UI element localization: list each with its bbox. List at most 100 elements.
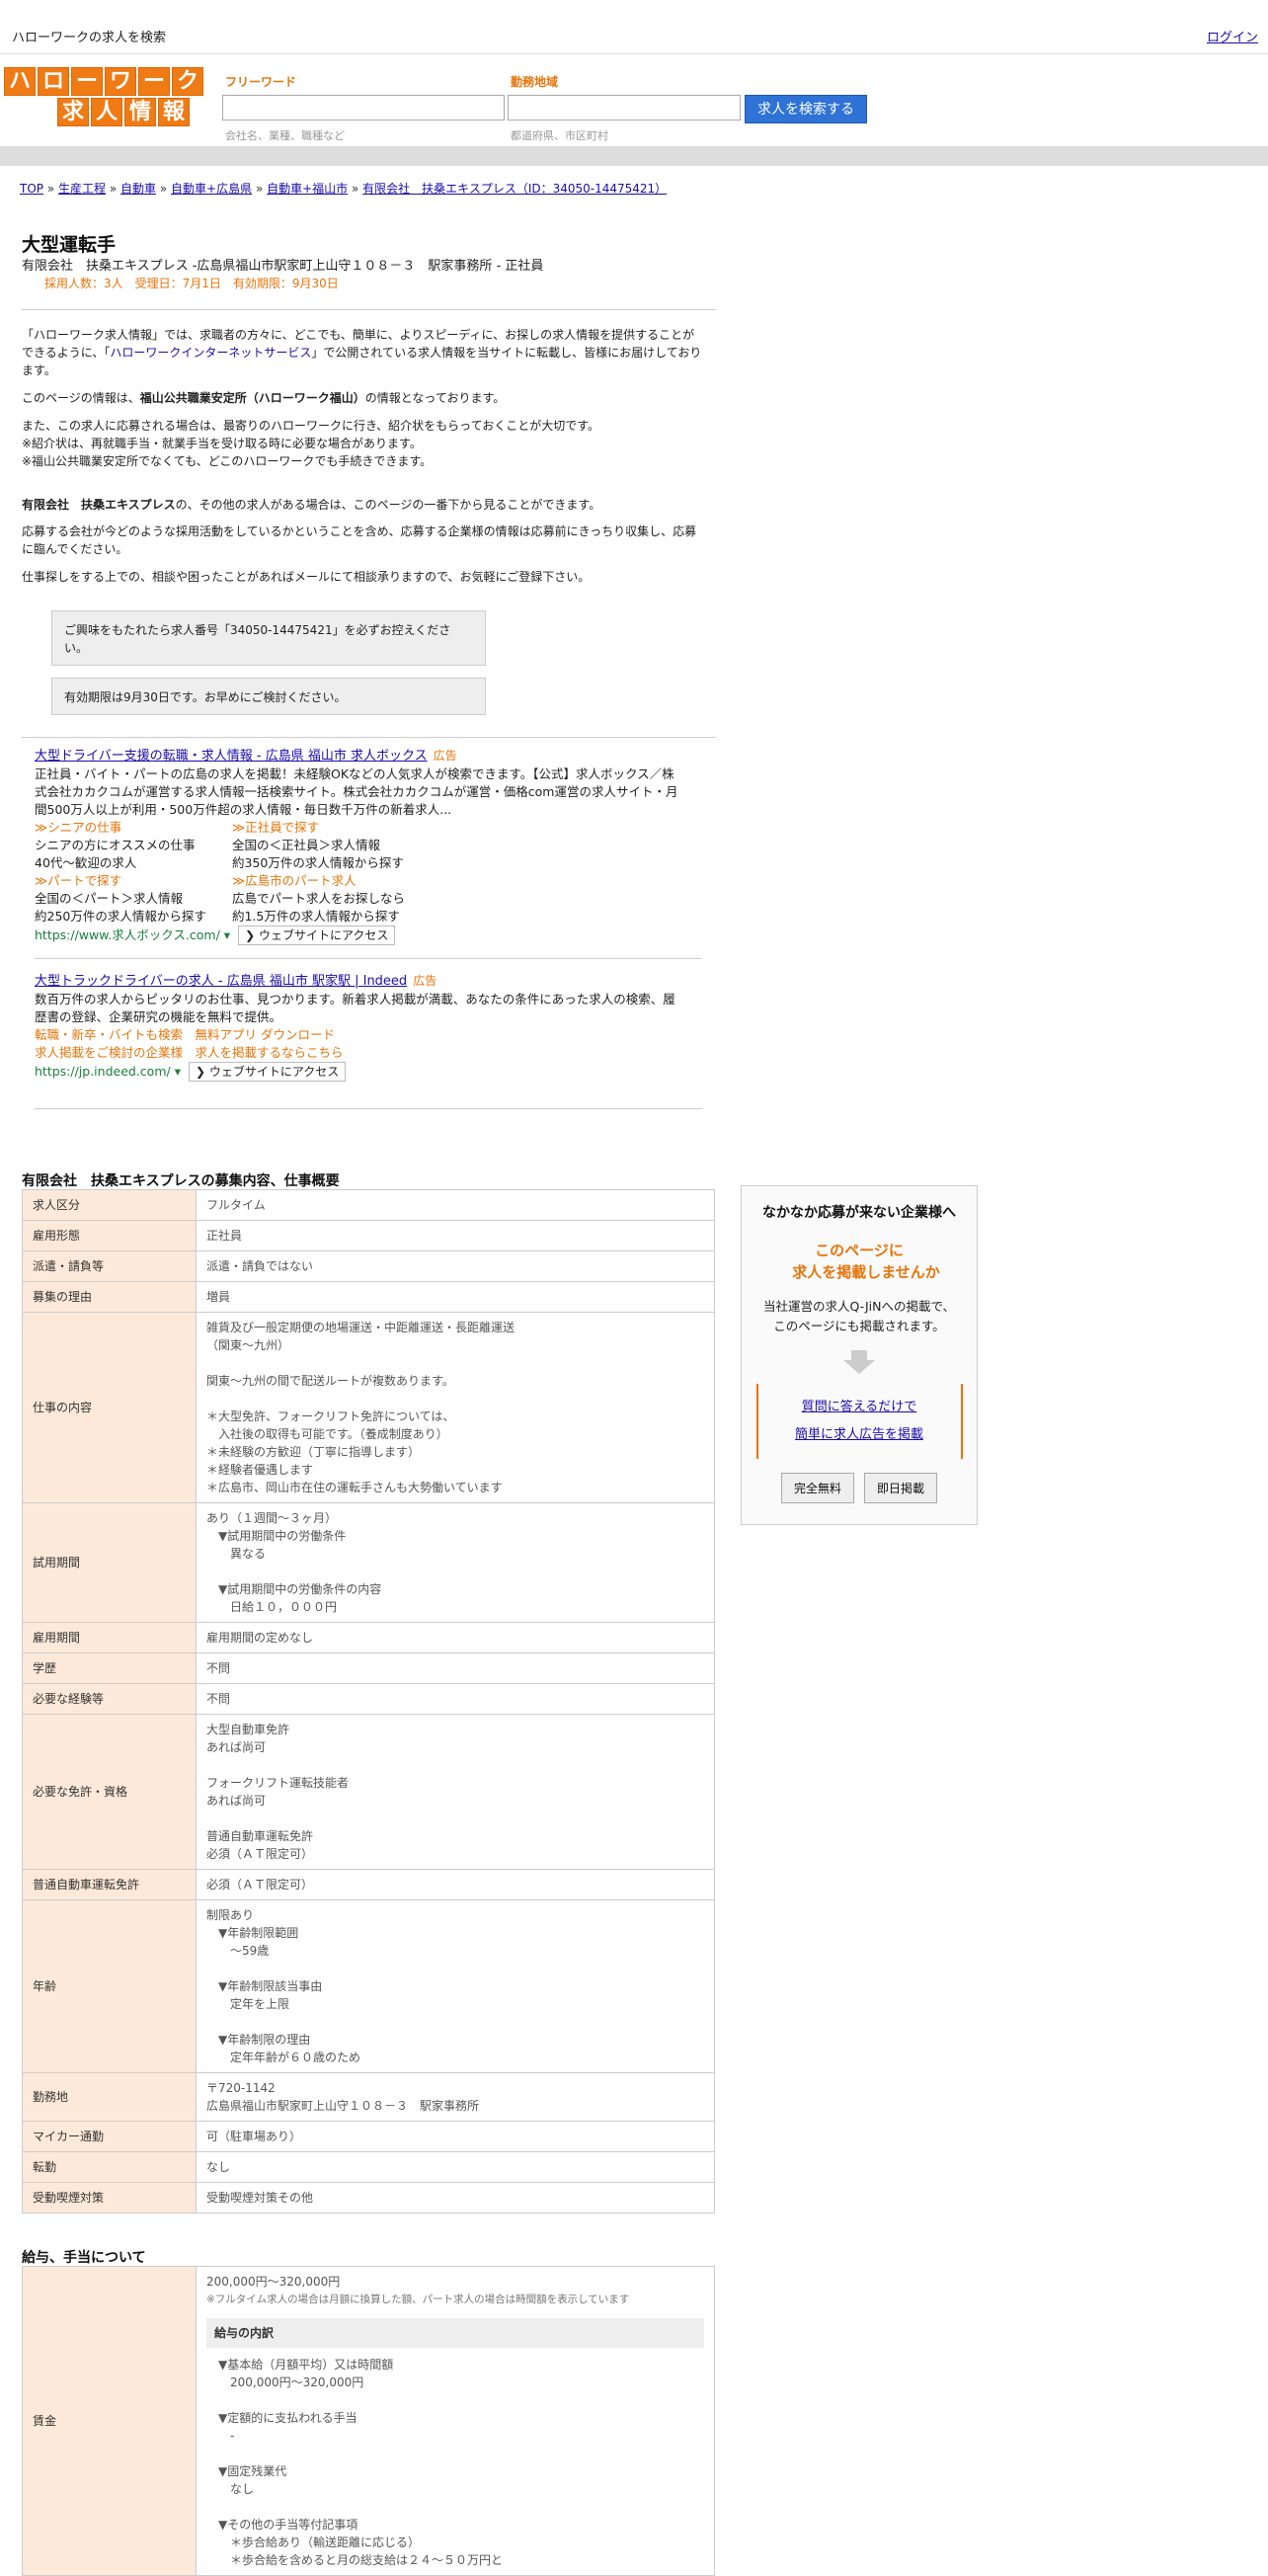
area-input[interactable] [508,95,741,121]
visit-website-button[interactable]: ❯ ウェブサイトにアクセス [238,926,396,945]
table-row: 普通自動車運転免許 必須（ＡＴ限定可） [22,1869,715,1900]
advertise-link[interactable]: 質問に答えるだけで [802,1400,917,1414]
logo-char: 求 [57,98,89,126]
breadcrumb-item[interactable]: 自動車 [120,182,156,196]
sitelink[interactable]: ≫シニアの仕事 シニアの方にオススメの仕事 40代～歓迎の求人 [35,819,232,872]
logo-char: ー [138,67,170,96]
breadcrumb-item[interactable]: 自動車+福山市 [267,182,348,196]
breadcrumb-sep: » [255,182,264,196]
login-link[interactable]: ログイン [1207,27,1258,45]
salary-note: ※フルタイム求人の場合は月額に換算した額、パート求人の場合は時間額を表示していま… [206,2294,630,2305]
row-label: 学歴 [22,1652,197,1684]
job-title: 大型運転手 [22,234,117,256]
advertise-link[interactable]: 簡単に求人広告を掲載 [795,1427,923,1442]
text-line: このページにも掲載されます。 [773,1319,945,1333]
salary-breakdown: ▼基本給（月額平均）又は時間額 200,000円〜320,000円 ▼定額的に支… [218,2358,504,2567]
sitelink-title[interactable]: ≫正社員で探す [232,819,430,837]
table-row: 必要な経験等 不問 [22,1683,715,1715]
table-row: 雇用期間 雇用期間の定めなし [22,1622,715,1653]
salary-title: 給与、手当について [22,2250,146,2266]
visit-label: ウェブサイトにアクセス [208,1065,340,1079]
company-name: 有限会社 扶桑エキスプレス [22,498,176,512]
table-row: 賃金 200,000円〜320,000円 ※フルタイム求人の場合は月額に換算した… [22,2266,715,2576]
row-label: 派遣・請負等 [22,1250,197,1282]
advertise-headline: このページに 求人を掲載しませんか [742,1240,977,1283]
breadcrumb-item[interactable]: TOP [20,182,43,196]
sitelink[interactable]: ≫パートで探す 全国の＜パート＞求人情報 約250万件の求人情報から探す [35,872,232,926]
advertise-links: 質問に答えるだけで 簡単に求人広告を掲載 [755,1384,963,1459]
row-label: 転勤 [22,2151,197,2183]
free-button[interactable]: 完全無料 [780,1473,854,1503]
logo-char: 人 [91,98,122,126]
sitelink-line: 全国の＜正社員＞求人情報 [232,838,381,852]
row-value: 受動喫煙対策その他 [196,2182,715,2214]
sitelink-line: 約350万件の求人情報から探す [232,855,404,870]
row-label: 試用期間 [22,1502,197,1623]
breadcrumb-item[interactable]: 生産工程 [58,182,106,196]
sitelink-line: 全国の＜パート＞求人情報 [35,891,184,906]
table-row: 雇用形態 正社員 [22,1220,715,1251]
breadcrumb-sep: » [159,182,168,196]
chevron-right-icon: ❯ [195,1065,206,1079]
office-name: 福山公共職業安定所（ハローワーク福山） [139,391,365,405]
hellowork-internet-link[interactable]: ハローワークインターネットサービス [110,346,311,360]
search-button[interactable]: 求人を検索する [745,95,867,123]
row-value: 必須（ＡＴ限定可） [196,1869,715,1900]
breadcrumb-sep: » [352,182,359,196]
referral-paragraph: また、この求人に応募される場合は、最寄りのハローワークに行き、紹介状をもらってお… [22,419,600,468]
details-table: 求人区分 フルタイム 雇用形態 正社員 派遣・請負等 派遣・請負ではない 募集の理由 増員 仕事… [22,1189,715,2214]
top-bar: ハローワークの求人を検索 ログイン [0,0,1268,54]
table-row: 募集の理由 増員 [22,1281,715,1313]
visit-website-button[interactable]: ❯ ウェブサイトにアクセス [188,1062,347,1082]
sitelink-line: 広島でパート求人をお探しなら [232,891,406,906]
breadcrumb-sep: » [46,182,55,196]
row-label: マイカー通勤 [22,2121,197,2152]
arrow-down-icon [843,1360,875,1374]
logo-char: 情 [124,98,156,126]
dropdown-icon[interactable]: ▾ [175,1064,181,1079]
ad-block: 大型ドライバー支援の転職・求人情報 - 広島県 福山市 求人ボックス 広告 正社員… [35,747,686,945]
dropdown-icon[interactable]: ▾ [224,927,230,942]
breadcrumb-item[interactable]: 有限会社 扶桑エキスプレス（ID：34050-14475421） [362,182,667,196]
ad-url[interactable]: https://www.求人ボックス.com/ [35,927,220,942]
logo-char: ー [71,67,103,96]
ad-description: 正社員・バイト・パートの広島の求人を掲載！未経験OKなどの人気求人が検索できます… [35,766,678,817]
advertise-text: 当社運営の求人Q-JiNへの掲載で、 このページにも掲載されます。 [742,1297,977,1336]
contact-paragraph: 仕事探しをする上での、相談や困ったことがあればメールにて相談承りますので、お気軽… [22,570,591,584]
sitelink-title[interactable]: ≫広島市のパート求人 [232,872,430,890]
sitelink-title[interactable]: ≫パートで探す [35,872,232,890]
divider [22,737,716,738]
expiry-note: 有効期限は9月30日です。お早めにご検討ください。 [51,678,486,715]
logo-char: ロ [38,67,69,96]
other-jobs-paragraph: 有限会社 扶桑エキスプレスの、その他の求人がある場合は、このページの一番下から見… [22,496,703,514]
sitelink-line: 約1.5万件の求人情報から探す [232,909,400,924]
same-day-button[interactable]: 即日掲載 [864,1473,938,1503]
breadcrumb: TOP » 生産工程 » 自動車 » 自動車+広島県 » 自動車+福山市 » 有… [20,180,667,197]
ad-badge: 広告 [413,974,437,988]
advertise-buttons: 完全無料 即日掲載 [742,1473,977,1503]
row-value: 増員 [196,1281,715,1313]
logo[interactable]: ハ ロ ー ワ ー ク 求 人 情 報 [4,67,203,128]
breadcrumb-item[interactable]: 自動車+広島県 [171,182,252,196]
row-value: 大型自動車免許 あれば尚可 フォークリフト運転技能者 あれば尚可 普通自動車運転… [196,1714,715,1870]
sitelink[interactable]: ≫正社員で探す 全国の＜正社員＞求人情報約350万件の求人情報から探す [232,819,430,872]
ad-sublink[interactable]: 求人掲載をご検討の企業様 求人を掲載するならこちら [35,1044,686,1062]
ad-title-link[interactable]: 大型トラックドライバーの求人 - 広島県 福山市 駅家駅 | Indeed [35,974,407,989]
ad-title-link[interactable]: 大型ドライバー支援の転職・求人情報 - 広島県 福山市 求人ボックス [35,749,428,764]
sitelink-title[interactable]: ≫シニアの仕事 [35,819,232,837]
freeword-label: フリーワード [225,75,297,89]
row-value: 可（駐車場あり） [196,2121,715,2152]
ad-url[interactable]: https://jp.indeed.com/ [35,1064,171,1079]
area-label: 勤務地域 [511,75,559,89]
row-value: あり（１週間～３ヶ月） ▼試用期間中の労働条件 異なる ▼試用期間中の労働条件の… [196,1502,715,1623]
ad-sublink[interactable]: 転職・新卒・バイトも検索 無料アプリ ダウンロード [35,1026,686,1044]
freeword-input[interactable] [222,95,505,121]
sitelink[interactable]: ≫広島市のパート求人 広島でパート求人をお探しなら 約1.5万件の求人情報から探す [232,872,430,926]
headline-line: このページに [815,1242,904,1259]
salary-range: 200,000円〜320,000円 [206,2275,341,2289]
logo-char: ク [172,67,203,96]
site-title: ハローワークの求人を検索 [12,31,167,45]
table-row: 受動喫煙対策 受動喫煙対策その他 [22,2182,715,2214]
row-label: 必要な免許・資格 [22,1714,197,1870]
row-label: 雇用形態 [22,1220,197,1251]
